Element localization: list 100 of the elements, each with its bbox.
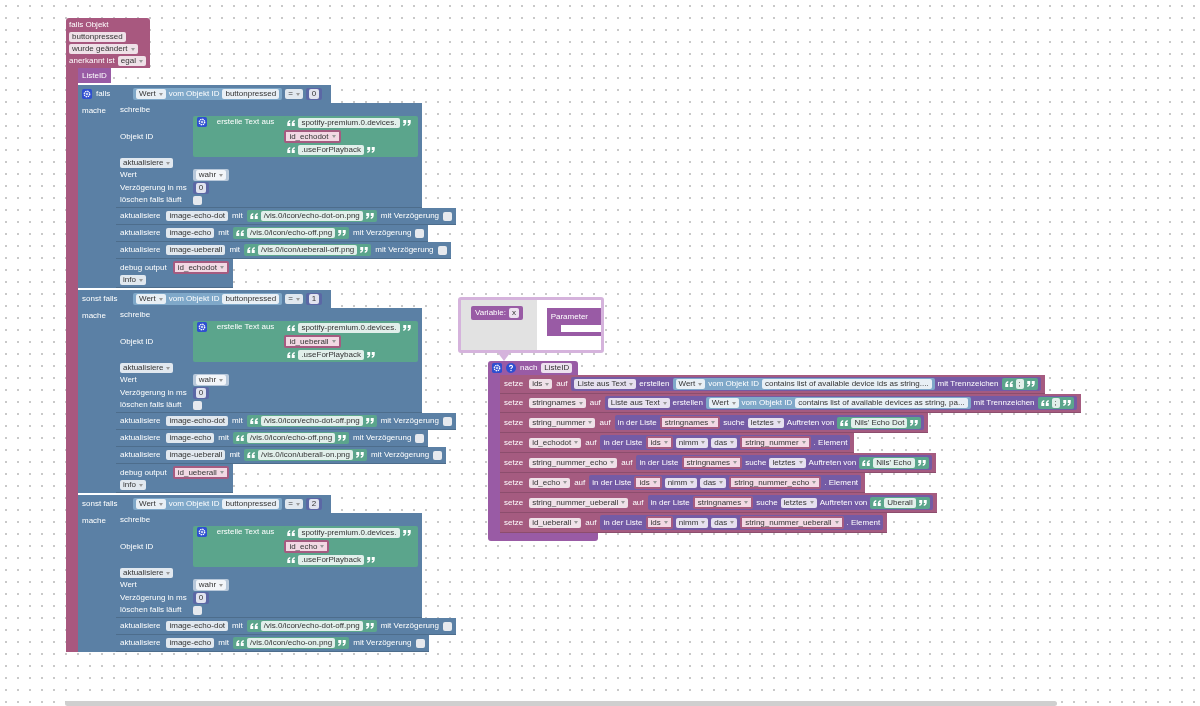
text-field[interactable]: image-echo-dot [166,211,229,221]
horizontal-scrollbar[interactable] [65,701,1057,706]
value-block[interactable]: in der Liste stringnames suche letztes Auftreten von Nils' Echo Dot [614,415,925,430]
variable-dropdown[interactable]: string_nummer_ueberall [740,516,844,529]
text-field[interactable]: spotify-premium.0.devices. [298,118,400,128]
variable-dropdown[interactable]: id_ueberall [284,335,341,348]
statement-block[interactable]: debug output id_echodot info [116,259,233,288]
dropdown[interactable]: string_nummer [529,417,596,428]
help-icon[interactable] [506,363,516,373]
dropdown[interactable]: letztes [769,457,806,468]
text-field[interactable]: /vis.0/icon/ueberall-off.png [258,245,358,255]
dropdown[interactable]: Wert [136,499,166,509]
text-block[interactable]: spotify-premium.0.devices. [284,322,414,334]
value-block[interactable]: Wert vom Objekt ID buttonpressed [133,293,283,305]
checkbox[interactable] [442,416,452,426]
text-field[interactable]: image-echo [166,228,215,238]
dropdown[interactable]: stringnames [529,398,586,408]
text-field[interactable]: /vis.0/icon/uberall-on.png [258,450,353,460]
value-block[interactable]: in der Liste stringnames suche letztes Auftreten von Nils' Echo [636,455,932,470]
statement-block[interactable]: aktualisiere image-echo-dot mit /vis.0/icon/echo-dot-off.png mit Verzögerung [116,618,456,635]
statement-block[interactable]: aktualisiere image-ueberall mit /vis.0/icon/ueberall-off.png mit Verzögerung [116,242,451,259]
value-block[interactable]: Wert vom Objekt ID contains list of available devices as string, pa... [705,397,971,409]
procedure-header[interactable]: nach ListeID [488,361,579,375]
statement-block[interactable]: setze id_echo auf in der Liste ids nimm das string_nummer_echo . Element [500,473,866,493]
variable-dropdown[interactable]: ids [634,476,662,489]
text-field[interactable]: Uberall [884,497,916,508]
text-block[interactable]: Nils' Echo [859,456,929,469]
join-text-block[interactable]: erstelle Text aus spotify-premium.0.devices. id_echodot .useForPlayback [192,116,418,157]
text-field[interactable]: contains list of available device ids as string.... [761,379,932,389]
text-field[interactable]: Nils' Echo [873,457,915,468]
dropdown[interactable]: nimm [675,437,709,448]
text-field[interactable]: image-echo-dot [166,416,229,426]
text-field[interactable]: buttonpressed [222,89,280,99]
dropdown[interactable]: letztes [747,417,784,428]
checkbox[interactable] [415,433,425,443]
statement-block[interactable]: setze stringnames auf Liste aus Text erstellen Wert vom Objekt ID contains list of available devices as string, pa... mit Trennzeichen ; [500,394,1081,413]
dropdown[interactable]: id_ueberall [529,517,582,528]
checkbox[interactable] [192,400,202,410]
checkbox[interactable] [192,605,202,615]
text-field[interactable]: image-echo [166,433,215,443]
text-field[interactable]: /vis.0/icon/echo-on.png [246,638,336,648]
variable-dropdown[interactable]: ids [645,436,673,449]
statement-block[interactable]: aktualisiere image-echo-dot mit /vis.0/icon/echo-dot-off.png mit Verzögerung [116,413,456,430]
dropdown[interactable]: info [120,480,146,490]
statement-block[interactable]: setze string_nummer auf in der Liste stringnames suche letztes Auftreten von Nils' Echo Dot [500,413,929,433]
text-block[interactable]: /vis.0/icon/echo-off.png [232,227,350,239]
text-block[interactable]: .useForPlayback [284,144,378,156]
text-field[interactable]: buttonpressed [222,294,280,304]
variable-dropdown[interactable]: stringnames [659,416,721,429]
checkbox[interactable] [433,450,443,460]
value-block[interactable]: Wert vom Objekt ID buttonpressed [133,88,283,100]
variable-dropdown[interactable]: id_ueberall [172,466,229,479]
dropdown[interactable]: info [120,275,146,285]
text-block[interactable]: ; [1001,378,1038,390]
dropdown[interactable]: Wert [708,398,739,408]
dropdown[interactable]: id_echo [529,477,571,488]
checkbox[interactable] [192,195,202,205]
value-block[interactable]: in der Liste ids nimm das string_nummer_echo . Element [589,475,862,490]
text-block[interactable]: /vis.0/icon/echo-off.png [232,432,350,444]
text-field[interactable]: /vis.0/icon/echo-dot-off.png [260,416,363,426]
text-field[interactable]: /vis.0/icon/echo-dot-off.png [260,621,363,631]
text-field[interactable]: /vis.0/icon/echo-off.png [246,433,336,443]
value-block[interactable]: in der Liste ids nimm das string_nummer . Element [600,435,851,450]
dropdown[interactable]: das [711,437,738,448]
text-block[interactable]: Nils' Echo Dot [837,416,922,429]
statement-block[interactable]: setze ids auf Liste aus Text erstellen Wert vom Objekt ID contains list of available device ids as string.... mit Trennzeichen ; [500,375,1045,394]
dropdown[interactable]: id_echodot [529,437,582,448]
checkbox[interactable] [442,621,452,631]
join-text-block[interactable]: erstelle Text aus spotify-premium.0.devices. id_echo .useForPlayback [192,526,418,567]
text-block[interactable]: .useForPlayback [284,349,378,361]
text-block[interactable]: /vis.0/icon/echo-dot-off.png [246,620,377,632]
statement-block[interactable]: schreibe Objekt ID erstelle Text aus spotify-premium.0.devices. id_echo .useForPlayback aktualisiere Wert wahr Verzögerung in ms 0 löschen falls läuft [116,513,422,618]
value-block[interactable]: Liste aus Text erstellen Wert vom Objekt ID contains list of available device ids as string.... mit Trennzeichen ; [571,377,1041,391]
text-field[interactable]: image-ueberall [166,245,226,255]
value-block[interactable]: Liste aus Text erstellen Wert vom Objekt ID contains list of available devices as string, pa... mit Trennzeichen ; [604,396,1077,410]
text-field[interactable]: image-ueberall [166,450,226,460]
text-block[interactable]: spotify-premium.0.devices. [284,117,414,129]
text-field[interactable]: .useForPlayback [298,555,364,565]
statement-block[interactable]: debug output id_ueberall info [116,464,233,493]
text-field[interactable]: contains list of available devices as string, pa... [795,398,968,408]
text-field[interactable]: buttonpressed [222,499,280,509]
variable-dropdown[interactable]: id_echo [284,540,330,553]
dropdown[interactable]: = [285,294,303,304]
text-field[interactable]: image-echo-dot [166,621,229,631]
variable-dropdown[interactable]: ids [645,516,673,529]
variable-dropdown[interactable]: id_echodot [284,130,341,143]
gear-icon[interactable] [196,117,207,127]
text-field[interactable]: spotify-premium.0.devices. [298,323,400,333]
checkbox[interactable] [437,245,447,255]
value-block[interactable]: in der Liste ids nimm das string_nummer_ueberall . Element [600,515,884,530]
dropdown[interactable]: aktualisiere [120,158,174,168]
text-block[interactable]: /vis.0/icon/ueberall-off.png [244,244,372,256]
statement-block[interactable]: aktualisiere image-echo-dot mit /vis.0/icon/echo-dot-on.png mit Verzögerung [116,208,457,225]
text-block[interactable]: /vis.0/icon/echo-on.png [232,637,350,649]
dropdown[interactable]: Wert [675,379,706,389]
text-field[interactable]: ListeID [541,363,573,373]
statement-block[interactable]: aktualisiere image-echo mit /vis.0/icon/echo-off.png mit Verzögerung [116,225,429,242]
text-block[interactable]: ; [1037,397,1074,409]
dropdown[interactable]: egal [117,56,146,66]
join-text-block[interactable]: erstelle Text aus spotify-premium.0.devices. id_ueberall .useForPlayback [192,321,418,362]
